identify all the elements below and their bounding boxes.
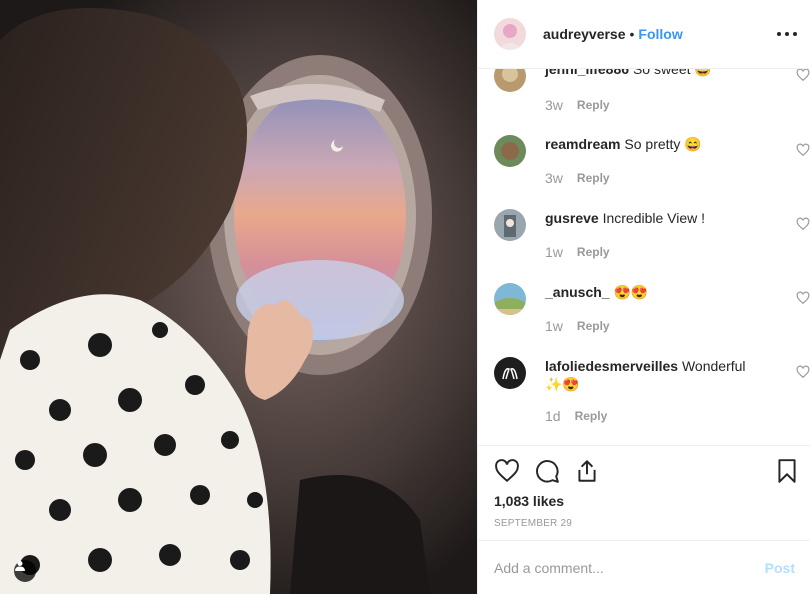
comment-content: Incredible View !: [602, 210, 706, 226]
heart-icon[interactable]: [494, 458, 520, 484]
author-avatar[interactable]: [494, 18, 526, 50]
comment-like-heart-icon[interactable]: [796, 217, 810, 231]
comment-username[interactable]: gusreve: [545, 210, 599, 226]
reply-button[interactable]: Reply: [575, 409, 608, 423]
comment-text: reamdream So pretty 😄: [545, 135, 760, 153]
comment-text: gusreve Incredible View !: [545, 209, 760, 227]
comment-like-heart-icon[interactable]: [796, 291, 810, 305]
comment-like-heart-icon[interactable]: [796, 143, 810, 157]
more-horizontal-icon[interactable]: [777, 24, 797, 44]
likes-count[interactable]: 1,083 likes: [494, 493, 564, 509]
share-icon[interactable]: [574, 458, 600, 484]
post-panel: audreyverse • Follow jenni_life886 So sw…: [477, 0, 810, 594]
comment-meta: 3w Reply: [545, 97, 610, 113]
follow-button[interactable]: Follow: [638, 26, 682, 42]
post-date[interactable]: September 29: [494, 518, 572, 529]
reply-button[interactable]: Reply: [577, 98, 610, 112]
author-username[interactable]: audreyverse: [543, 26, 626, 42]
commenter-avatar[interactable]: [494, 69, 526, 92]
comment-meta: 3w Reply: [545, 170, 610, 186]
comment-meta: 1d Reply: [545, 408, 607, 424]
commenter-avatar[interactable]: [494, 357, 526, 389]
post-photo-illustration: [0, 0, 477, 594]
comment-meta: 1w Reply: [545, 318, 610, 334]
reply-button[interactable]: Reply: [577, 319, 610, 333]
comment-input[interactable]: [494, 559, 765, 576]
comment-content: So pretty 😄: [624, 136, 702, 152]
comment-text: jenni_life886 So sweet 😄: [545, 69, 760, 78]
post-header: audreyverse • Follow: [478, 0, 810, 69]
header-separator: •: [629, 26, 635, 42]
commenter-avatar[interactable]: [494, 135, 526, 167]
comment-text: lafoliedesmerveilles Wonderful ✨😍: [545, 357, 760, 393]
comment-like-heart-icon[interactable]: [796, 365, 810, 379]
comment-time: 3w: [545, 170, 563, 186]
commenter-avatar[interactable]: [494, 283, 526, 315]
comment-time: 3w: [545, 97, 563, 113]
comment-text: _anusch_ 😍😍: [545, 283, 760, 301]
comment-username[interactable]: lafoliedesmerveilles: [545, 358, 678, 374]
post-comment-button[interactable]: Post: [765, 560, 795, 576]
comments-list[interactable]: jenni_life886 So sweet 😄 3w Reply reamdr…: [478, 69, 810, 446]
reply-button[interactable]: Reply: [577, 171, 610, 185]
comment-username[interactable]: reamdream: [545, 136, 621, 152]
user-tag-icon[interactable]: [14, 560, 36, 582]
comment-content: 😍😍: [613, 284, 649, 300]
commenter-avatar[interactable]: [494, 209, 526, 241]
bookmark-icon[interactable]: [774, 458, 800, 484]
comment-like-heart-icon[interactable]: [796, 69, 810, 82]
post-photo[interactable]: [0, 0, 477, 594]
comment-time: 1w: [545, 244, 563, 260]
comment-username[interactable]: _anusch_: [545, 284, 610, 300]
add-comment-bar: Post: [478, 540, 810, 594]
comment-meta: 1w Reply: [545, 244, 610, 260]
reply-button[interactable]: Reply: [577, 245, 610, 259]
comment-time: 1w: [545, 318, 563, 334]
comment-time: 1d: [545, 408, 561, 424]
comment-username[interactable]: jenni_life886: [545, 69, 629, 77]
comment-icon[interactable]: [534, 458, 560, 484]
comment-content: So sweet 😄: [632, 69, 712, 77]
